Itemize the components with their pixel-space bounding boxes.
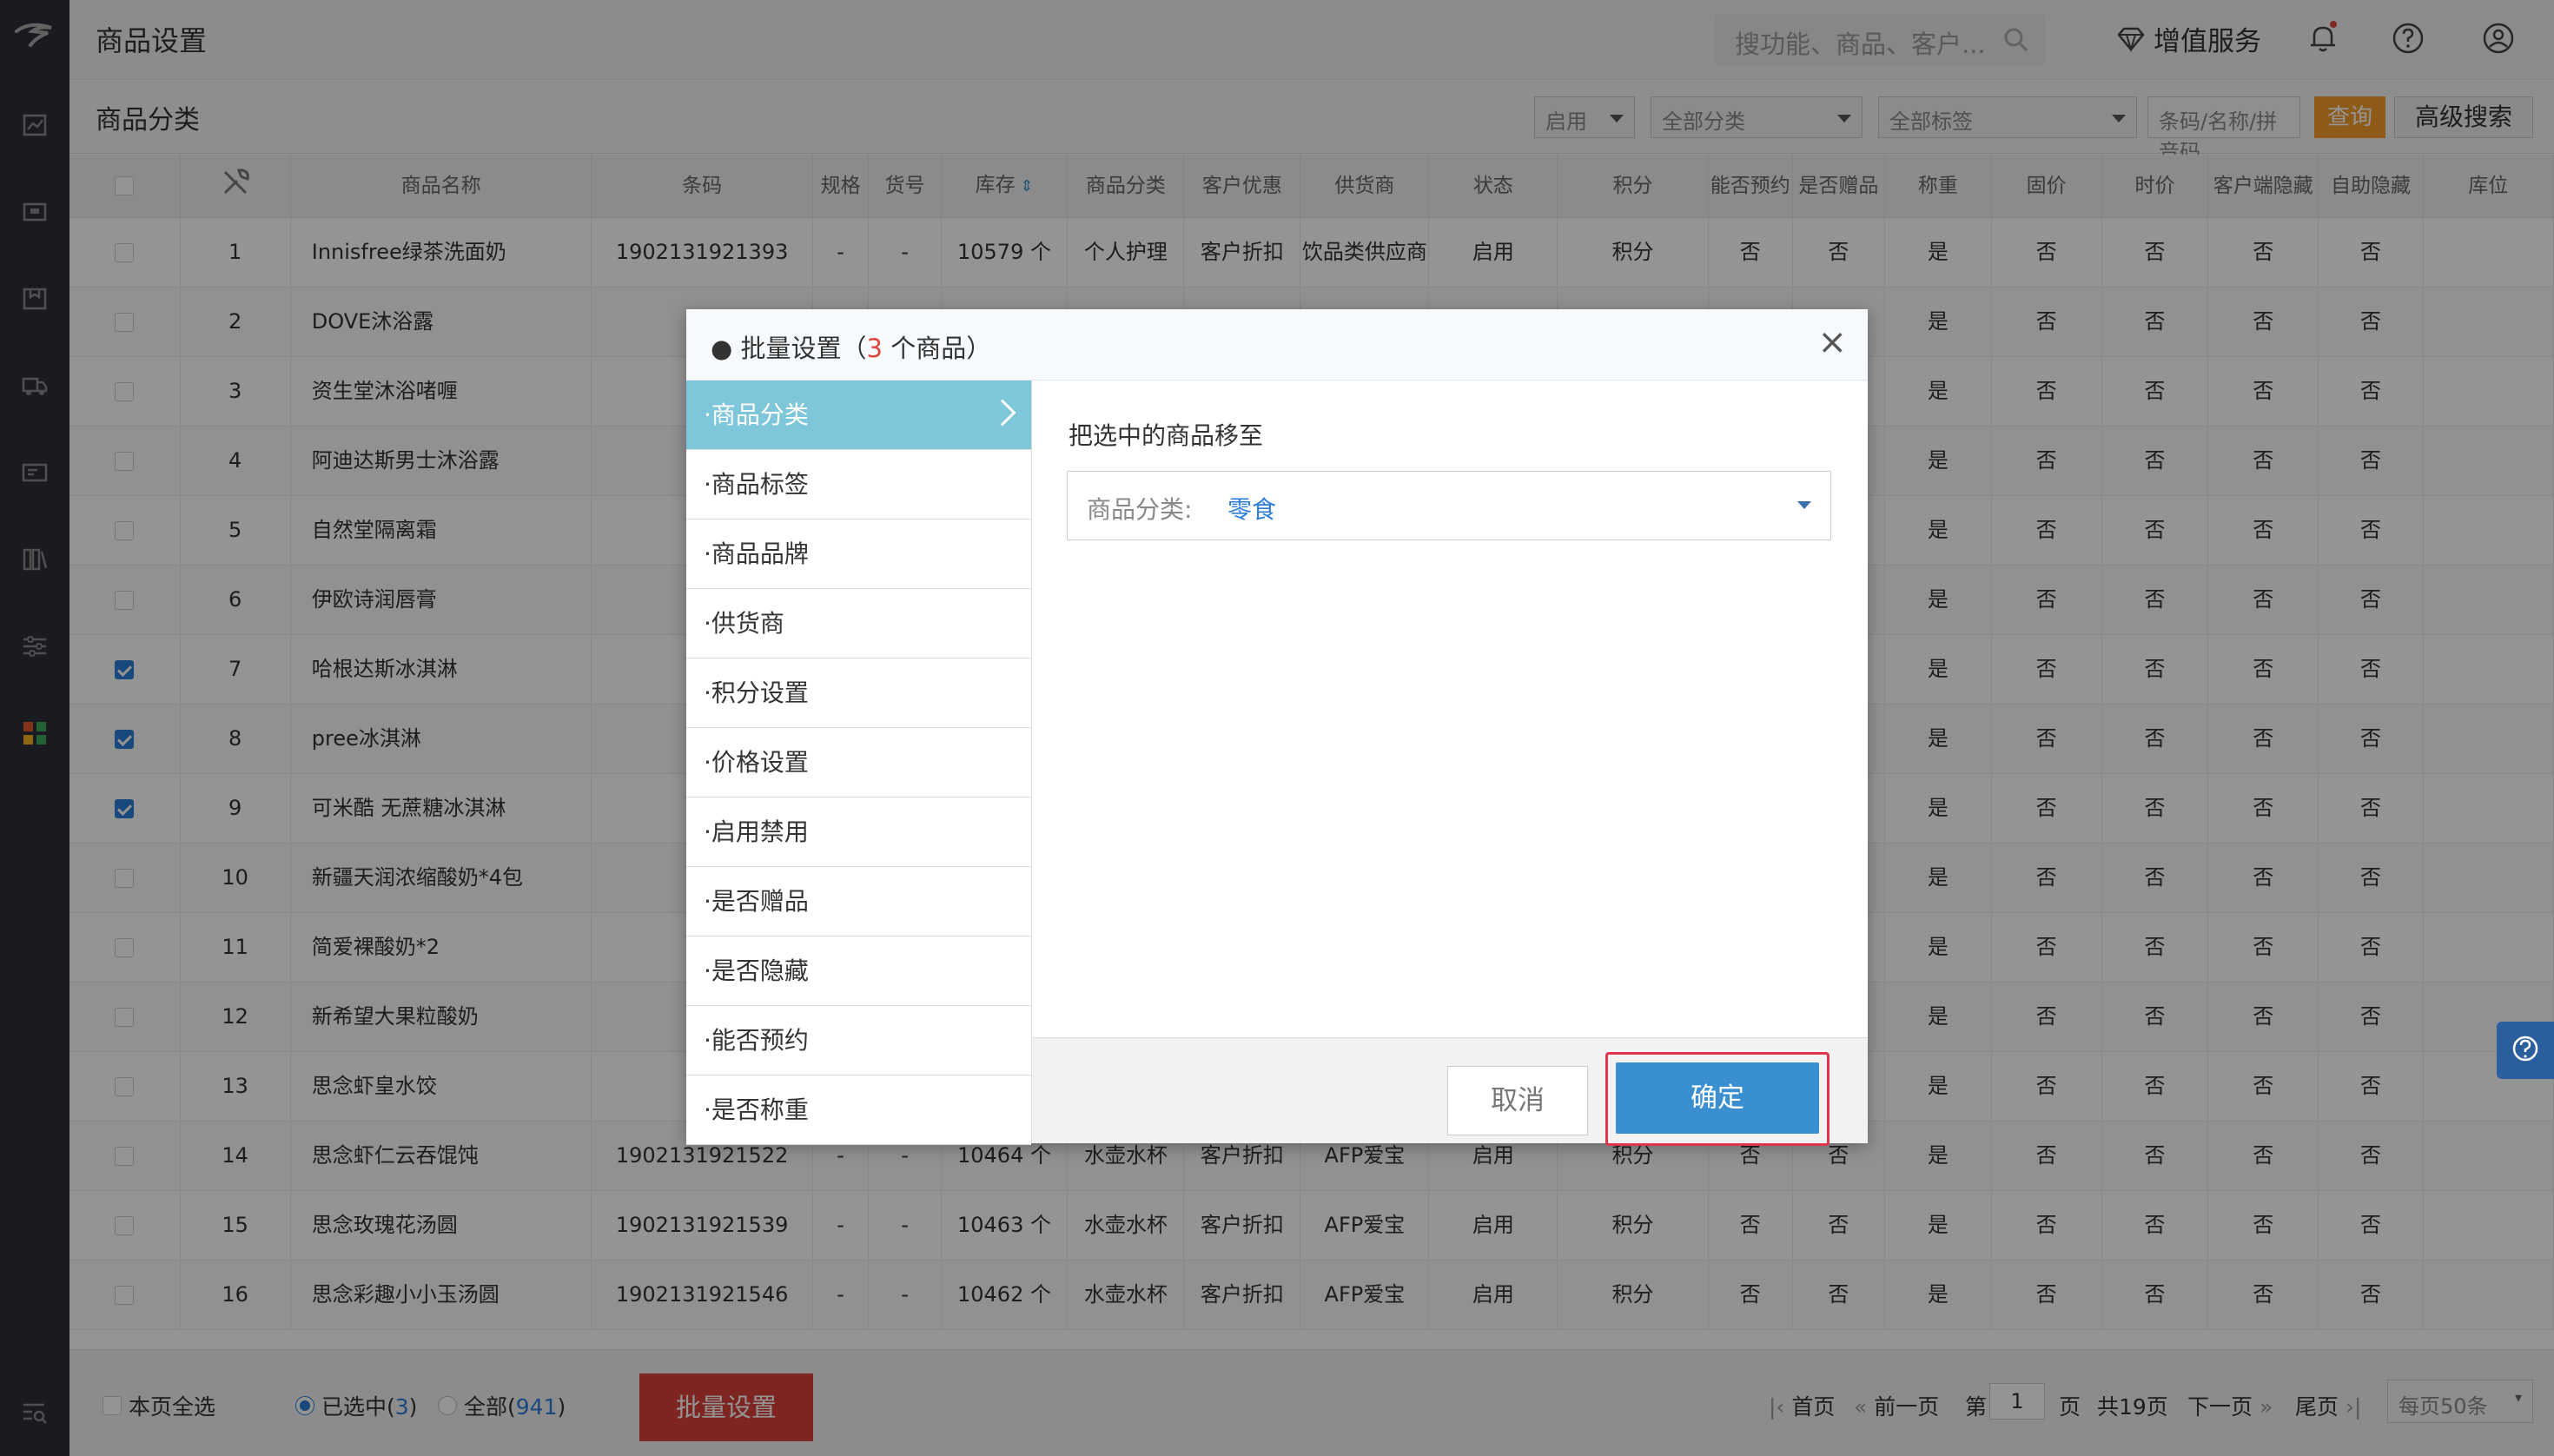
- menu-item-gift[interactable]: ·是否赠品: [686, 867, 1031, 936]
- chevron-right-icon: [989, 399, 1016, 427]
- chevron-down-icon: [1797, 501, 1811, 509]
- target-category-key: 商品分类:: [1087, 495, 1193, 524]
- menu-item-label: ·商品分类: [704, 400, 809, 429]
- dialog-title: ● 批量设置（3 个商品）: [711, 328, 991, 365]
- target-category-select[interactable]: 商品分类: 零食: [1067, 471, 1831, 540]
- menu-item-weigh[interactable]: ·是否称重: [686, 1075, 1031, 1145]
- dialog-header: ● 批量设置（3 个商品） ×: [686, 309, 1868, 381]
- settings-menu: ·商品分类 ·商品标签 ·商品品牌 ·供货商 ·积分设置 ·价格设置 ·启用禁用…: [686, 381, 1032, 1145]
- menu-item-supplier[interactable]: ·供货商: [686, 589, 1031, 659]
- cancel-button[interactable]: 取消: [1447, 1066, 1588, 1135]
- menu-item-price[interactable]: ·价格设置: [686, 728, 1031, 797]
- floating-help-button[interactable]: [2497, 1022, 2554, 1079]
- menu-item-enable[interactable]: ·启用禁用: [686, 797, 1031, 867]
- menu-item-category[interactable]: ·商品分类: [686, 381, 1031, 450]
- menu-item-reserve[interactable]: ·能否预约: [686, 1006, 1031, 1075]
- close-icon[interactable]: ×: [1817, 325, 1847, 360]
- dialog-title-suffix: 个商品）: [882, 334, 992, 363]
- menu-item-brand[interactable]: ·商品品牌: [686, 520, 1031, 589]
- menu-item-tags[interactable]: ·商品标签: [686, 450, 1031, 520]
- menu-item-points[interactable]: ·积分设置: [686, 659, 1031, 728]
- help-icon: [2512, 1036, 2538, 1062]
- move-to-label: 把选中的商品移至: [1069, 421, 1264, 450]
- dialog-footer: 取消 确定: [1032, 1037, 1868, 1146]
- settings-panel: 把选中的商品移至 商品分类: 零食: [1032, 381, 1868, 1039]
- batch-settings-dialog: ● 批量设置（3 个商品） × ·商品分类 ·商品标签 ·商品品牌 ·供货商 ·…: [686, 309, 1868, 1146]
- target-category-value: 零食: [1227, 495, 1277, 524]
- confirm-button[interactable]: 确定: [1616, 1062, 1819, 1134]
- dialog-title-count: 3: [866, 334, 883, 363]
- dialog-title-prefix: ● 批量设置（: [711, 334, 867, 363]
- menu-item-hide[interactable]: ·是否隐藏: [686, 936, 1031, 1006]
